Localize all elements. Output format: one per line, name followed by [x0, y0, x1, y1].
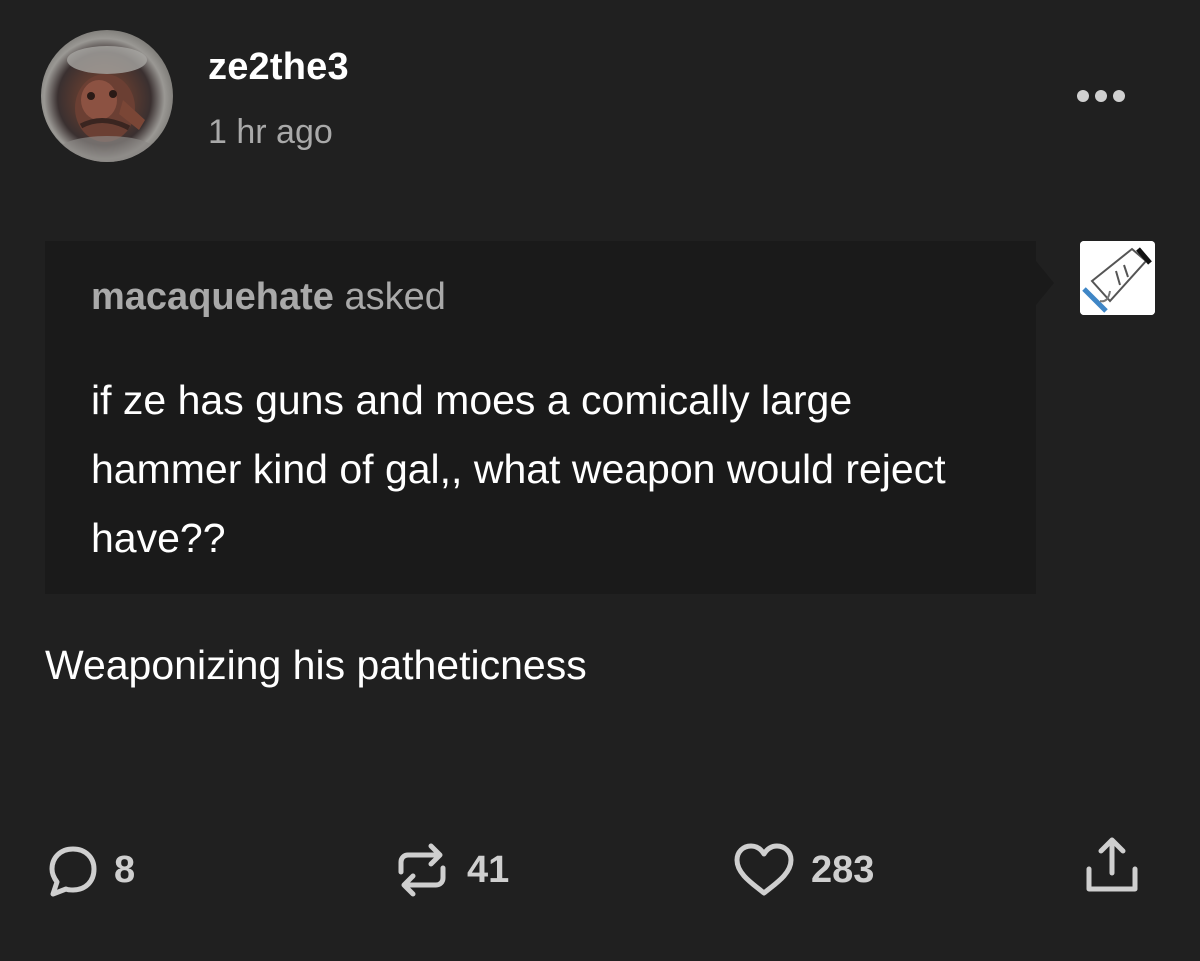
post-card: ze2the3 1 hr ago macaquehate asked if ze…: [0, 0, 1200, 961]
reblog-count: 41: [467, 848, 510, 891]
more-options-button[interactable]: [1068, 84, 1134, 108]
author-avatar[interactable]: [41, 30, 173, 162]
avatar-image: [59, 46, 155, 162]
like-button[interactable]: 283: [733, 840, 874, 900]
asked-label: asked: [344, 276, 446, 318]
post-timestamp: 1 hr ago: [208, 113, 333, 151]
share-button[interactable]: [1083, 836, 1141, 896]
ask-question-text: if ze has guns and moes a comically larg…: [91, 377, 946, 561]
reblog-button[interactable]: 41: [393, 840, 509, 900]
reply-count: 8: [114, 848, 136, 891]
asker-line: macaquehate asked: [91, 276, 446, 319]
ask-bubble-tail: [1036, 261, 1054, 305]
reblog-icon: [398, 843, 446, 897]
like-count: 283: [811, 848, 875, 891]
heart-icon: [734, 843, 794, 896]
author-username[interactable]: ze2the3: [208, 46, 349, 89]
share-upload-icon: [1086, 837, 1138, 892]
more-horizontal-icon: [1077, 90, 1125, 102]
asker-username[interactable]: macaquehate: [91, 276, 334, 318]
asker-avatar[interactable]: [1080, 241, 1155, 315]
reply-button[interactable]: 8: [48, 840, 135, 900]
asker-avatar-image: [1080, 241, 1155, 315]
comment-bubble-icon: [49, 846, 97, 897]
answer-text: Weaponizing his patheticness: [45, 642, 587, 688]
